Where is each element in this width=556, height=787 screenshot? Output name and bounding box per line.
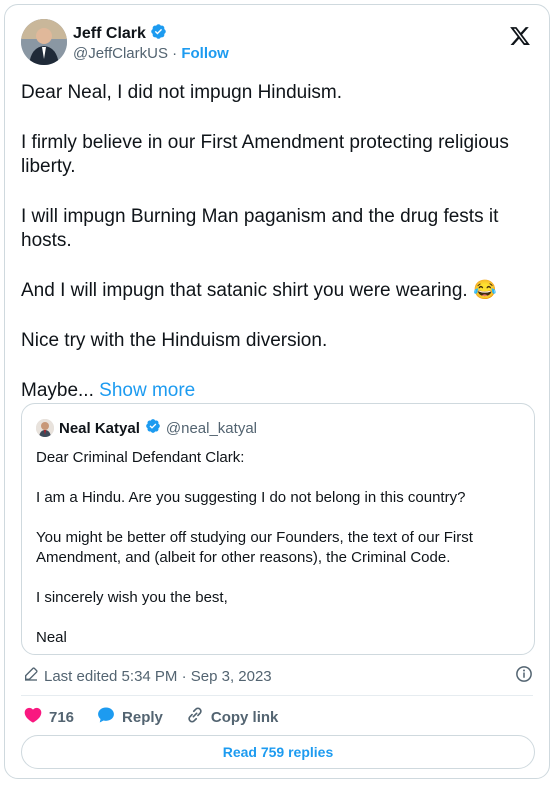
truncated-text: Maybe... [21,380,94,401]
tweet-truncated-paragraph: Maybe... Show more [21,379,531,403]
like-button[interactable]: 716 [23,705,74,729]
edited-label: Last edited 5:34 PM · Sep 3, 2023 [44,667,272,685]
tweet-actions: 716 Reply Copy link [23,705,300,729]
tweet-paragraph: I will impugn Burning Man paganism and t… [21,206,499,251]
quote-paragraph: I sincerely wish you the best, [36,589,228,606]
tweet-card: Jeff Clark @JeffClarkUS · Follow Dear Ne… [4,4,550,779]
pencil-icon [23,666,39,686]
quote-paragraph: You might be better off studying our Fou… [36,529,473,566]
quote-author-name: Neal Katyal [59,419,140,437]
reply-bubble-icon [96,705,116,729]
tweet-text: Dear Neal, I did not impugn Hinduism. I … [21,81,531,429]
tweet-header: Jeff Clark @JeffClarkUS · Follow [21,19,533,67]
copy-link-label: Copy link [210,708,279,726]
author-handle[interactable]: @JeffClarkUS [73,45,168,62]
tweet-paragraph: Nice try with the Hinduism diversion. [21,330,328,351]
reply-button[interactable]: Reply [96,705,163,729]
handle-separator: · [172,45,178,62]
tweet-paragraph: Dear Neal, I did not impugn Hinduism. [21,82,343,103]
tweet-paragraph: I firmly believe in our First Amendment … [21,132,509,177]
quote-verified-badge-icon [145,418,161,438]
quote-paragraph: I am a Hindu. Are you suggesting I do no… [36,489,466,506]
follow-button[interactable]: Follow [181,45,229,62]
quote-text: Dear Criminal Defendant Clark: I am a Hi… [36,448,526,668]
author-name[interactable]: Jeff Clark [73,25,146,43]
read-replies-button[interactable]: Read 759 replies [21,735,535,769]
like-count: 716 [49,708,75,726]
author-avatar[interactable] [21,19,67,65]
reply-label: Reply [122,708,163,726]
x-logo-icon[interactable] [509,25,531,47]
edited-info[interactable]: Last edited 5:34 PM · Sep 3, 2023 [23,666,272,686]
verified-badge-icon [150,23,167,45]
link-icon [185,705,205,729]
heart-icon [23,705,43,729]
tweet-paragraph: And I will impugn that satanic shirt you… [21,280,497,301]
show-more-link[interactable]: Show more [99,380,195,401]
quote-paragraph: Dear Criminal Defendant Clark: [36,449,245,466]
info-icon[interactable] [515,665,533,683]
quote-paragraph: Neal [36,629,67,646]
quote-author-avatar [36,419,54,437]
quote-author-handle: @neal_katyal [165,419,257,437]
copy-link-button[interactable]: Copy link [185,705,279,729]
divider [21,695,533,696]
quoted-tweet[interactable]: Neal Katyal @neal_katyal Dear Criminal D… [21,403,535,655]
